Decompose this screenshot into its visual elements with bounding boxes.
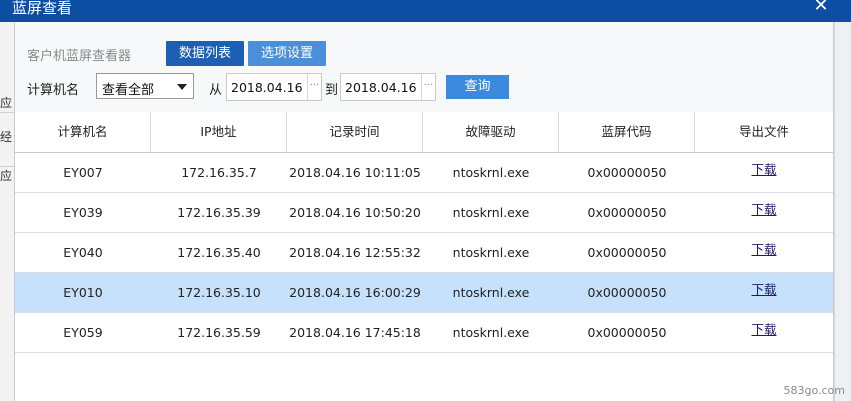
cell-export: 下载 <box>695 313 833 353</box>
cell-ip: 172.16.35.7 <box>181 165 257 180</box>
blue-screen-viewer-dialog: 客户机蓝屏查看器 数据列表 选项设置 计算机名 查看全部 从 2018.04.1… <box>14 22 834 401</box>
column-header-computer-name[interactable]: 计算机名 <box>15 112 151 152</box>
cell-record-time: 2018.04.16 10:11:05 <box>289 165 421 180</box>
chevron-down-icon <box>177 84 187 90</box>
cell-export: 下载 <box>695 193 833 233</box>
dialog-title-bar[interactable]: 蓝屏查看 ✕ <box>0 0 851 22</box>
cell-record-time: 2018.04.16 12:55:32 <box>289 245 421 260</box>
background-text-fragment: 应 <box>0 166 14 185</box>
tab-data-list[interactable]: 数据列表 <box>166 41 244 66</box>
from-date-value: 2018.04.16 <box>231 80 303 95</box>
table-row[interactable]: EY059 172.16.35.59 2018.04.16 17:45:18 n… <box>15 313 833 353</box>
download-link[interactable]: 下载 <box>751 202 776 217</box>
cell-export: 下载 <box>695 153 833 193</box>
watermark: 583go.com <box>783 384 845 397</box>
cell-bsod-code: 0x00000050 <box>587 245 667 260</box>
computer-name-label: 计算机名 <box>27 83 80 98</box>
cell-export: 下载 <box>695 233 833 273</box>
table-row[interactable]: EY040 172.16.35.40 2018.04.16 12:55:32 n… <box>15 233 833 273</box>
download-link[interactable]: 下载 <box>751 282 776 297</box>
cell-bsod-code: 0x00000050 <box>587 325 667 340</box>
column-header-export-file[interactable]: 导出文件 <box>695 112 833 152</box>
table-row-selected[interactable]: EY010 172.16.35.10 2018.04.16 16:00:29 n… <box>15 273 833 313</box>
cell-bsod-code: 0x00000050 <box>587 205 667 220</box>
background-text-fragment: 应 <box>0 94 14 113</box>
table-row[interactable]: EY039 172.16.35.39 2018.04.16 10:50:20 n… <box>15 193 833 233</box>
toolbar-area: 客户机蓝屏查看器 数据列表 选项设置 计算机名 查看全部 从 2018.04.1… <box>15 22 833 113</box>
table-header: 计算机名 IP地址 记录时间 故障驱动 蓝屏代码 导出文件 <box>15 112 833 153</box>
from-label: 从 <box>209 83 223 98</box>
column-header-fault-driver[interactable]: 故障驱动 <box>423 112 559 152</box>
query-button[interactable]: 查询 <box>446 75 509 99</box>
table-row[interactable]: EY007 172.16.35.7 2018.04.16 10:11:05 nt… <box>15 153 833 193</box>
cell-record-time: 2018.04.16 10:50:20 <box>289 205 421 220</box>
cell-ip: 172.16.35.59 <box>177 325 261 340</box>
column-header-bsod-code[interactable]: 蓝屏代码 <box>559 112 695 152</box>
to-date-input[interactable]: 2018.04.16 ··· <box>340 73 436 101</box>
background-app-strip: 应 经 应 <box>0 22 14 401</box>
date-picker-icon[interactable]: ··· <box>421 74 435 100</box>
to-label: 到 <box>325 83 339 98</box>
cell-computer-name: EY010 <box>63 285 103 300</box>
tab-option-settings[interactable]: 选项设置 <box>248 41 326 66</box>
cell-fault-driver: ntoskrnl.exe <box>452 205 530 220</box>
cell-computer-name: EY059 <box>63 325 103 340</box>
download-link[interactable]: 下载 <box>751 242 776 257</box>
to-date-value: 2018.04.16 <box>345 80 417 95</box>
cell-computer-name: EY039 <box>63 205 103 220</box>
viewer-label: 客户机蓝屏查看器 <box>27 49 132 64</box>
download-link[interactable]: 下载 <box>751 322 776 337</box>
date-picker-icon[interactable]: ··· <box>307 74 321 100</box>
cell-fault-driver: ntoskrnl.exe <box>452 325 530 340</box>
cell-fault-driver: ntoskrnl.exe <box>452 285 530 300</box>
cell-computer-name: EY007 <box>63 165 103 180</box>
computer-select-value: 查看全部 <box>102 83 155 98</box>
background-text-fragment: 经 <box>0 130 13 144</box>
crash-records-table: 计算机名 IP地址 记录时间 故障驱动 蓝屏代码 导出文件 EY007 172.… <box>15 112 833 353</box>
from-date-input[interactable]: 2018.04.16 ··· <box>226 73 322 101</box>
cell-fault-driver: ntoskrnl.exe <box>452 165 530 180</box>
cell-ip: 172.16.35.40 <box>177 245 261 260</box>
download-link[interactable]: 下载 <box>751 162 776 177</box>
cell-record-time: 2018.04.16 16:00:29 <box>289 285 421 300</box>
cell-fault-driver: ntoskrnl.exe <box>452 245 530 260</box>
column-header-record-time[interactable]: 记录时间 <box>287 112 423 152</box>
cell-ip: 172.16.35.39 <box>177 205 261 220</box>
cell-bsod-code: 0x00000050 <box>587 165 667 180</box>
computer-select[interactable]: 查看全部 <box>96 73 194 99</box>
cell-bsod-code: 0x00000050 <box>587 285 667 300</box>
background-app-right-strip <box>834 22 851 401</box>
cell-ip: 172.16.35.10 <box>177 285 261 300</box>
cell-record-time: 2018.04.16 17:45:18 <box>289 325 421 340</box>
column-header-ip[interactable]: IP地址 <box>151 112 287 152</box>
cell-computer-name: EY040 <box>63 245 103 260</box>
dialog-title: 蓝屏查看 <box>12 0 73 17</box>
cell-export: 下载 <box>695 273 833 313</box>
close-button[interactable]: ✕ <box>812 0 830 16</box>
